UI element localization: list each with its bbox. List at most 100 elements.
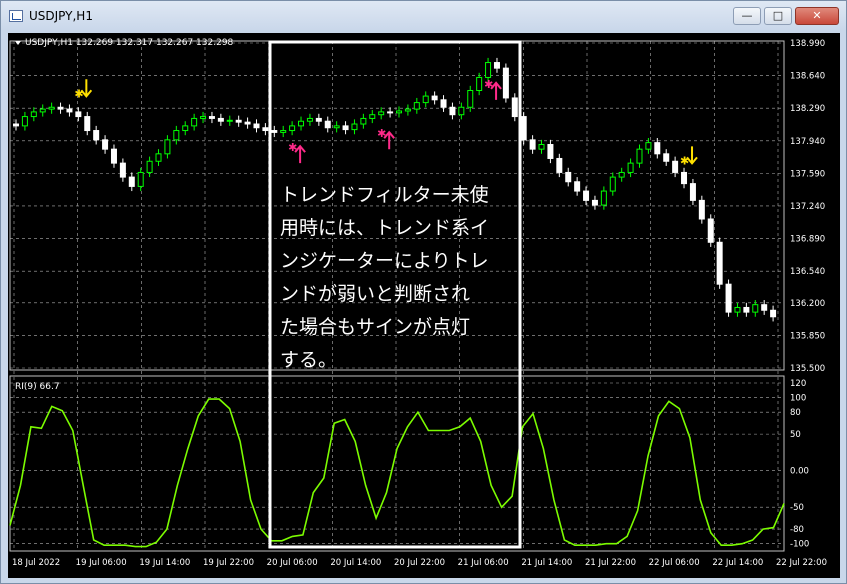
candle-body: [654, 142, 661, 155]
candle-body: [600, 190, 607, 206]
sell-star-icon: ✱: [680, 154, 689, 167]
chart-window-icon: [9, 10, 23, 22]
candle-body: [770, 309, 777, 318]
candle-body: [681, 171, 688, 185]
time-tick-label: 22 Jul 06:00: [649, 558, 700, 568]
price-tick-label: 138.290: [790, 104, 825, 114]
annotation-text: トレンドフィルター未使 用時には、トレンド系イ ンジケーターによりトレ ンドが弱…: [280, 179, 524, 377]
candle-body: [324, 120, 331, 129]
osc-tick-label: 80: [790, 408, 801, 418]
candle-body: [449, 106, 456, 116]
candle-body: [333, 125, 340, 129]
candle-body: [66, 108, 73, 113]
candle-body: [146, 160, 153, 173]
header-triangle-icon: [15, 41, 21, 45]
candle-body: [761, 304, 768, 311]
minimize-button[interactable]: —: [733, 7, 761, 25]
indicator-header: RI(9) 66.7: [15, 382, 60, 392]
price-tick-label: 137.240: [790, 202, 825, 212]
candle-body: [725, 283, 732, 313]
buy-star-icon: ✱: [288, 141, 297, 154]
candle-body: [102, 139, 109, 150]
candle-body: [119, 162, 126, 178]
candle-body: [84, 116, 91, 132]
price-tick-label: 135.500: [790, 364, 825, 374]
candle-body: [387, 111, 394, 114]
candle-body: [110, 148, 117, 164]
osc-tick-label: 100: [790, 394, 806, 404]
candle-body: [422, 95, 429, 104]
candle-body: [467, 89, 474, 108]
candle-body: [244, 121, 251, 125]
candle-body: [493, 62, 500, 69]
time-tick-label: 20 Jul 14:00: [330, 558, 381, 568]
price-tick-label: 135.850: [790, 331, 825, 341]
candle-body: [13, 123, 19, 127]
candle-body: [645, 142, 652, 150]
candle-body: [431, 95, 438, 101]
osc-tick-label: 120: [790, 379, 806, 389]
candle-body: [556, 157, 563, 173]
candle-body: [476, 76, 483, 91]
candle-body: [618, 171, 625, 178]
candle-body: [583, 190, 590, 201]
price-tick-label: 136.200: [790, 299, 825, 309]
candle-body: [672, 160, 679, 173]
time-tick-label: 20 Jul 22:00: [394, 558, 445, 568]
candle-body: [217, 117, 224, 122]
candle-body: [208, 116, 215, 119]
chart-canvas[interactable]: ✱ ✱ ✱ ✱ ✱ 138.990 138.640 138.290 137.940 137.59…: [8, 33, 840, 578]
candle-body: [235, 119, 242, 123]
candle-body: [360, 117, 367, 125]
annotation-line: ンドが弱いと判断され: [280, 283, 471, 305]
buy-star-icon: ✱: [377, 127, 386, 140]
candle-body: [315, 117, 322, 122]
time-tick-label: 22 Jul 22:00: [776, 558, 827, 568]
candle-body: [289, 125, 296, 132]
candle-body: [707, 218, 714, 243]
time-tick-label: 21 Jul 06:00: [458, 558, 509, 568]
candle-body: [591, 199, 598, 206]
candle-body: [716, 241, 723, 285]
time-tick-label: 19 Jul 06:00: [76, 558, 127, 568]
candle-body: [404, 108, 411, 112]
price-tick-label: 138.640: [790, 72, 825, 82]
candle-body: [351, 123, 358, 131]
time-tick-label: 22 Jul 14:00: [712, 558, 763, 568]
annotation-line: 用時には、トレンド系イ: [280, 217, 490, 239]
candle-body: [627, 162, 634, 173]
time-tick-label: 18 Jul 2022: [12, 558, 60, 568]
candle-body: [280, 130, 287, 133]
candle-body: [271, 130, 278, 133]
candle-body: [752, 304, 759, 313]
candle-body: [253, 123, 260, 129]
oscillator-series: [9, 398, 785, 548]
time-tick-label: 21 Jul 22:00: [585, 558, 636, 568]
candle-body: [226, 119, 233, 122]
price-tick-label: 136.540: [790, 267, 825, 277]
candle-body: [511, 97, 518, 118]
candle-body: [173, 130, 180, 141]
candle-body: [698, 199, 705, 220]
time-tick-label: 19 Jul 22:00: [203, 558, 254, 568]
candle-body: [155, 153, 162, 162]
osc-tick-label: -80: [790, 525, 804, 535]
window-titlebar[interactable]: USDJPY,H1 — □ ✕: [1, 1, 846, 31]
candle-body: [200, 116, 207, 119]
candle-body: [547, 144, 554, 159]
candle-body: [458, 106, 465, 116]
sell-star-icon: ✱: [74, 87, 83, 100]
candle-body: [164, 139, 171, 155]
candle-body: [396, 110, 402, 114]
close-button[interactable]: ✕: [795, 7, 839, 25]
candle-body: [182, 125, 189, 132]
time-tick-label: 21 Jul 14:00: [521, 558, 572, 568]
candle-body: [30, 111, 37, 118]
candle-body: [574, 181, 581, 192]
price-tick-label: 138.990: [790, 39, 825, 49]
candle-body: [440, 99, 447, 108]
window-title: USDJPY,H1: [29, 9, 93, 23]
chart-window: USDJPY,H1 — □ ✕ ✱ ✱ ✱ ✱ ✱ 138.990 138.640 138.…: [0, 0, 847, 584]
candle-body: [502, 67, 509, 99]
maximize-button[interactable]: □: [764, 7, 792, 25]
